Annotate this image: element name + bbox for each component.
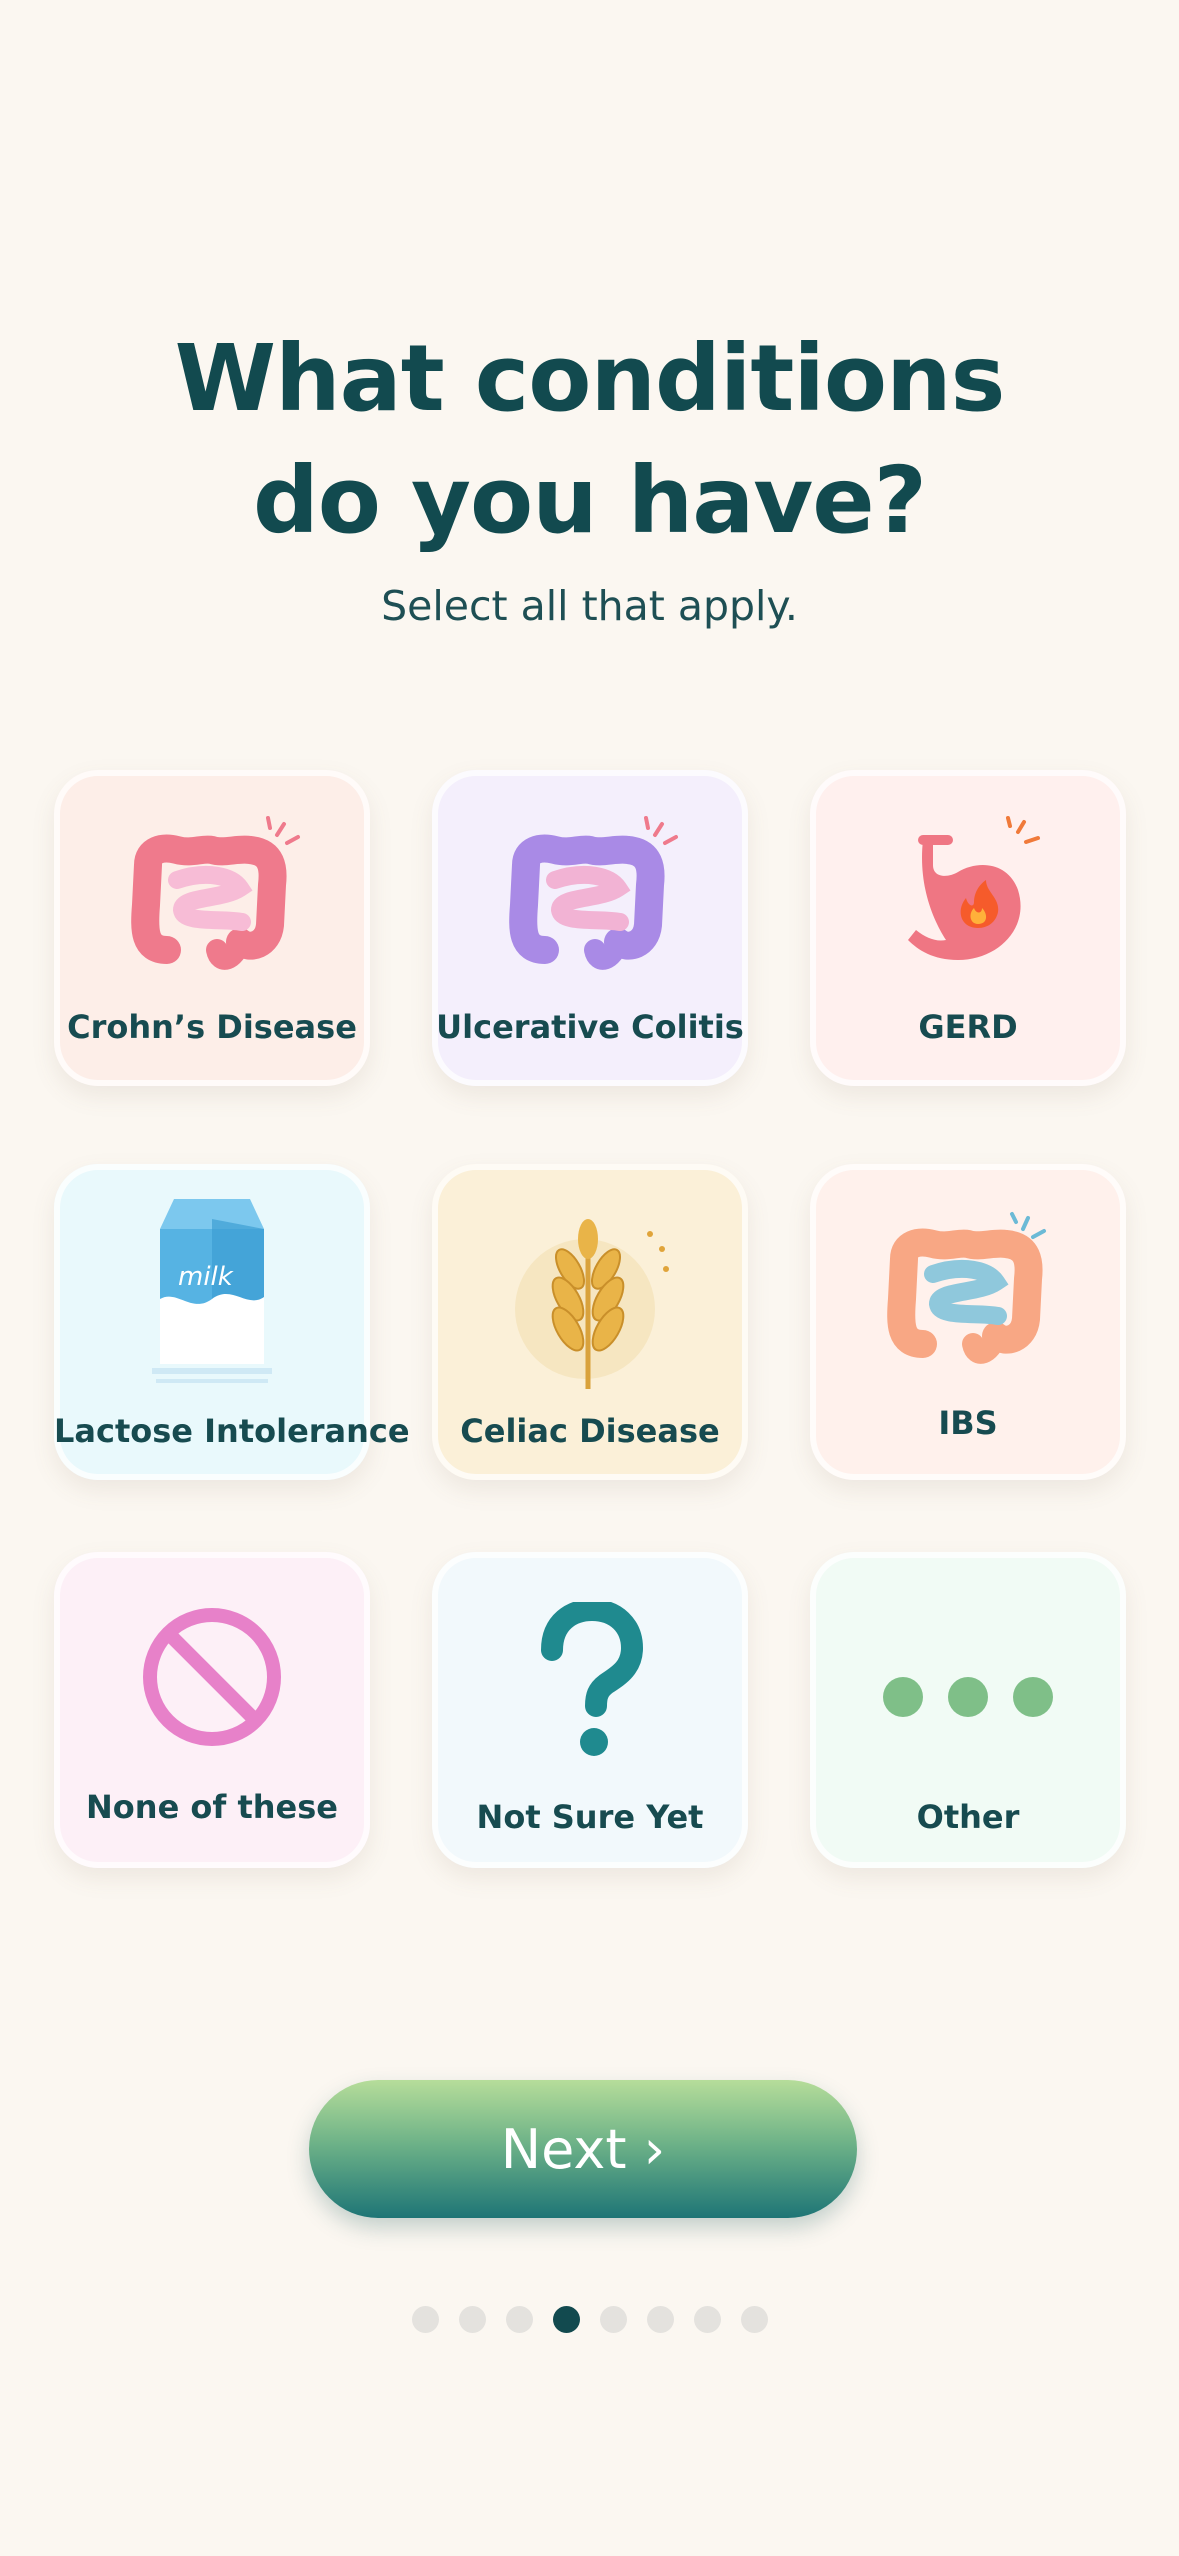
option-gerd[interactable]: GERD: [810, 770, 1126, 1086]
option-none-of-these[interactable]: None of these: [54, 1552, 370, 1868]
title-line-2: do you have?: [252, 447, 927, 554]
wheat-icon: [515, 1219, 669, 1389]
colon-icon: [509, 816, 678, 970]
option-other[interactable]: Other: [810, 1552, 1126, 1868]
page-dot: [740, 2306, 768, 2333]
option-label: IBS: [938, 1404, 998, 1442]
page-dot: [458, 2306, 486, 2333]
option-not-sure-yet[interactable]: Not Sure Yet: [432, 1552, 748, 1868]
page-dot: [505, 2306, 533, 2333]
option-label: Not Sure Yet: [476, 1798, 704, 1836]
next-button[interactable]: Next ›: [309, 2080, 857, 2218]
intestine-icon: [131, 816, 300, 970]
option-label: Other: [916, 1798, 1020, 1836]
option-ibs[interactable]: IBS: [810, 1164, 1126, 1480]
option-label: Ulcerative Colitis: [436, 1008, 744, 1046]
milk-carton-icon: milk: [152, 1199, 272, 1383]
page-subtitle: Select all that apply.: [381, 582, 798, 630]
title-line-1: What conditions: [174, 325, 1006, 432]
option-ulcerative-colitis[interactable]: Ulcerative Colitis: [432, 770, 748, 1086]
page-dot-active: [552, 2306, 580, 2333]
option-label: Crohn’s Disease: [67, 1008, 357, 1046]
intestine-icon: [887, 1212, 1046, 1364]
option-crohns-disease[interactable]: Crohn’s Disease: [54, 770, 370, 1086]
option-label: GERD: [918, 1008, 1018, 1046]
page-dot: [693, 2306, 721, 2333]
question-mark-icon: [541, 1602, 644, 1756]
page-dot: [411, 2306, 439, 2333]
option-label: Celiac Disease: [460, 1412, 720, 1450]
option-label: None of these: [86, 1788, 338, 1826]
milk-text: milk: [178, 1262, 234, 1292]
option-label: Lactose Intolerance: [54, 1412, 410, 1450]
ellipsis-icon: [883, 1677, 1053, 1717]
pagination-dots: [0, 2306, 1179, 2333]
stomach-fire-icon: [908, 816, 1040, 960]
page-title: What conditions do you have?: [0, 318, 1179, 562]
page-dot: [646, 2306, 674, 2333]
option-lactose-intolerance[interactable]: milk Lactose Intolerance: [54, 1164, 410, 1480]
option-celiac-disease[interactable]: Celiac Disease: [432, 1164, 748, 1480]
page-dot: [599, 2306, 627, 2333]
prohibited-icon: [143, 1608, 281, 1746]
